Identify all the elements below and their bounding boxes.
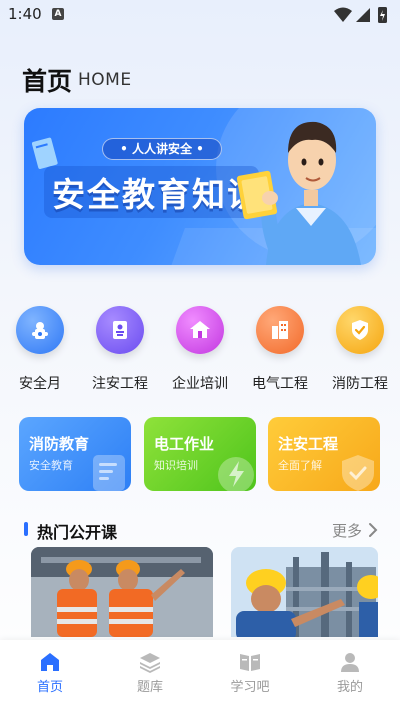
category-label: 消防工程: [332, 376, 388, 392]
category-icon-bg: [96, 306, 144, 354]
nav-label: 学习吧: [230, 680, 270, 695]
feature-card-title: 电工作业: [154, 435, 215, 453]
feature-card-electrician[interactable]: 电工作业 知识培训: [144, 417, 256, 491]
feature-card-fire-education[interactable]: 消防教育 安全教育: [19, 417, 131, 491]
category-item-electrical-engineering[interactable]: 电气工程: [245, 300, 315, 395]
shield-check-icon: [352, 320, 368, 340]
bottom-nav: 首页 题库 学习吧 我的: [0, 640, 400, 712]
fire-hydrant-icon: [32, 322, 48, 339]
course-thumbnail[interactable]: [31, 547, 213, 637]
category-row: 安全月 注安工程 企业培训 电气工程 消防工程: [0, 300, 400, 395]
id-card-icon: [113, 321, 127, 339]
status-bar: 1:40 A: [0, 0, 400, 30]
section-accent-bar: [24, 522, 28, 536]
category-label: 注安工程: [92, 376, 148, 392]
category-label: 电气工程: [252, 376, 308, 392]
category-icon-bg: [336, 306, 384, 354]
shield-icon: [342, 455, 374, 491]
signal-icon: [356, 8, 370, 22]
user-icon: [341, 653, 359, 672]
section-title: 热门公开课: [37, 523, 118, 542]
category-item-safety-engineering[interactable]: 注安工程: [85, 300, 155, 395]
wifi-icon: [334, 7, 352, 22]
nav-label: 题库: [136, 680, 163, 695]
home-icon: [41, 653, 59, 671]
nav-label: 我的: [336, 680, 363, 695]
page-title: 首页: [22, 67, 73, 96]
nav-item-profile[interactable]: 我的: [300, 640, 400, 712]
document-icon: [93, 455, 125, 491]
character-illustration: [236, 121, 361, 265]
course-thumbnail[interactable]: [231, 547, 378, 637]
lightning-icon: [218, 457, 254, 491]
feature-card-subtitle: 全面了解: [278, 459, 322, 472]
category-item-safety-month[interactable]: 安全月: [5, 300, 75, 395]
category-icon-bg: [16, 306, 64, 354]
category-item-enterprise-training[interactable]: 企业培训: [165, 300, 235, 395]
house-icon: [190, 321, 210, 338]
building-icon: [272, 321, 288, 339]
feature-card-safety-engineering[interactable]: 注安工程 全面了解: [268, 417, 380, 491]
banner-pill: • 人人讲安全 •: [102, 138, 222, 160]
chevron-right-icon[interactable]: [368, 522, 378, 538]
nav-item-study[interactable]: 学习吧: [200, 640, 300, 712]
nav-label: 首页: [36, 680, 63, 695]
course-image: [231, 547, 378, 637]
status-time: 1:40: [8, 5, 42, 23]
book-icon: [240, 654, 260, 671]
nav-item-question-bank[interactable]: 题库: [100, 640, 200, 712]
feature-card-title: 消防教育: [29, 435, 90, 453]
feature-card-subtitle: 安全教育: [29, 459, 73, 472]
page-subtitle: HOME: [78, 70, 132, 90]
feature-card-subtitle: 知识培训: [154, 459, 198, 472]
category-icon-bg: [176, 306, 224, 354]
course-image: [31, 547, 213, 637]
category-label: 企业培训: [172, 376, 228, 392]
safety-education-banner[interactable]: • 人人讲安全 • 安全教育知识: [24, 108, 376, 265]
category-item-fire-engineering[interactable]: 消防工程: [325, 300, 395, 395]
notification-icon: A: [52, 8, 64, 20]
feature-card-title: 注安工程: [278, 435, 339, 453]
system-status-icons: [334, 7, 387, 23]
nav-item-home[interactable]: 首页: [0, 640, 100, 712]
category-label: 安全月: [19, 376, 61, 392]
more-link[interactable]: 更多: [332, 520, 362, 541]
category-icon-bg: [256, 306, 304, 354]
layers-icon: [140, 653, 160, 673]
